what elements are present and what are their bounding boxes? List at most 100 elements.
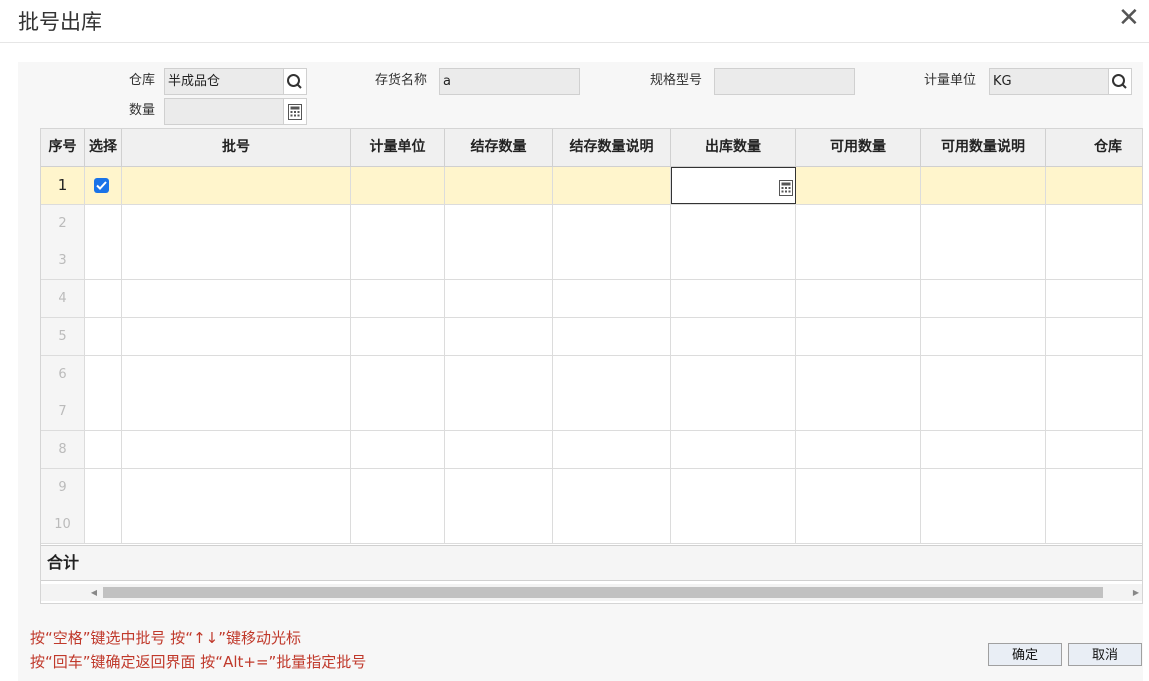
cell-avail-desc[interactable] <box>921 242 1046 280</box>
cell-out-qty[interactable] <box>671 317 796 355</box>
column-header-avail-desc[interactable]: 可用数量说明 <box>921 129 1046 166</box>
cell-warehouse[interactable] <box>1046 318 1142 355</box>
cell-stock-qty[interactable] <box>445 393 553 431</box>
column-header-stock-qty[interactable]: 结存数量 <box>445 129 553 166</box>
cell-unit[interactable] <box>351 468 445 506</box>
cell-stock-qty[interactable] <box>445 430 553 468</box>
cell-avail-qty[interactable] <box>796 204 921 242</box>
cell-batch[interactable] <box>122 355 351 393</box>
column-header-stock-desc[interactable]: 结存数量说明 <box>553 129 671 166</box>
quantity-calculator-button[interactable] <box>283 98 307 125</box>
cell-avail-desc[interactable] <box>921 355 1046 393</box>
table-row[interactable]: 4 <box>41 280 1142 319</box>
table-row[interactable]: 8 <box>41 430 1142 469</box>
cell-unit[interactable] <box>351 280 445 318</box>
cell-batch[interactable] <box>122 393 351 431</box>
scroll-left-icon[interactable]: ◀ <box>86 584 102 601</box>
cell-avail-desc[interactable] <box>921 430 1046 468</box>
cell-warehouse[interactable] <box>1046 431 1142 468</box>
cell-avail-desc[interactable] <box>921 317 1046 355</box>
cell-warehouse[interactable] <box>1046 205 1142 242</box>
cell-select[interactable] <box>85 204 122 242</box>
cell-batch[interactable] <box>122 506 351 544</box>
cell-unit[interactable] <box>351 430 445 468</box>
cell-unit[interactable] <box>351 242 445 280</box>
cell-select[interactable] <box>85 242 122 280</box>
cell-select[interactable] <box>85 355 122 393</box>
warehouse-search-button[interactable] <box>283 68 307 95</box>
cell-out-qty[interactable] <box>671 242 796 280</box>
cell-warehouse[interactable] <box>1046 167 1142 204</box>
out-qty-editor[interactable] <box>671 167 796 204</box>
cell-select[interactable] <box>85 393 122 431</box>
horizontal-scrollbar[interactable]: ◀ ▶ <box>41 584 1142 601</box>
cell-avail-desc[interactable] <box>921 204 1046 242</box>
cell-stock-qty[interactable] <box>445 280 553 318</box>
cell-select[interactable] <box>85 506 122 544</box>
column-header-warehouse[interactable]: 仓库 <box>1046 129 1142 166</box>
quantity-field[interactable] <box>164 98 284 125</box>
cell-out-qty[interactable] <box>671 355 796 393</box>
cell-avail-qty[interactable] <box>796 430 921 468</box>
cell-stock-desc[interactable] <box>553 242 671 280</box>
cancel-button[interactable]: 取消 <box>1068 643 1142 666</box>
ok-button[interactable]: 确定 <box>988 643 1062 666</box>
cell-avail-qty[interactable] <box>796 317 921 355</box>
cell-unit[interactable] <box>351 204 445 242</box>
cell-avail-qty[interactable] <box>796 468 921 506</box>
cell-batch[interactable] <box>122 167 351 204</box>
cell-avail-qty[interactable] <box>796 167 921 204</box>
cell-out-qty[interactable] <box>671 506 796 544</box>
cell-stock-desc[interactable] <box>553 393 671 431</box>
cell-avail-qty[interactable] <box>796 280 921 318</box>
scrollbar-thumb[interactable] <box>103 587 1103 598</box>
cell-avail-desc[interactable] <box>921 393 1046 431</box>
cell-warehouse[interactable] <box>1046 393 1142 430</box>
column-header-batch[interactable]: 批号 <box>122 129 351 166</box>
warehouse-field[interactable]: 半成品仓 <box>164 68 284 95</box>
table-row[interactable]: 10 <box>41 506 1142 545</box>
cell-select[interactable] <box>85 167 122 204</box>
cell-stock-desc[interactable] <box>553 430 671 468</box>
cell-out-qty[interactable] <box>671 430 796 468</box>
table-row[interactable]: 6 <box>41 355 1142 394</box>
item-name-field[interactable]: a <box>439 68 580 95</box>
cell-stock-qty[interactable] <box>445 506 553 544</box>
cell-stock-desc[interactable] <box>553 204 671 242</box>
table-row[interactable]: 9 <box>41 468 1142 507</box>
cell-out-qty[interactable] <box>671 280 796 318</box>
cell-unit[interactable] <box>351 355 445 393</box>
cell-unit[interactable] <box>351 506 445 544</box>
column-header-select[interactable]: 选择 <box>85 129 122 166</box>
table-row[interactable]: 7 <box>41 393 1142 432</box>
spec-field[interactable] <box>714 68 855 95</box>
cell-out-qty[interactable] <box>671 468 796 506</box>
cell-avail-desc[interactable] <box>921 468 1046 506</box>
cell-avail-qty[interactable] <box>796 242 921 280</box>
column-header-out-qty[interactable]: 出库数量 <box>671 129 796 166</box>
cell-batch[interactable] <box>122 204 351 242</box>
cell-warehouse[interactable] <box>1046 506 1142 543</box>
scroll-right-icon[interactable]: ▶ <box>1128 584 1142 601</box>
close-icon[interactable]: ✕ <box>1118 4 1140 32</box>
cell-select[interactable] <box>85 430 122 468</box>
cell-warehouse[interactable] <box>1046 280 1142 317</box>
cell-batch[interactable] <box>122 317 351 355</box>
cell-batch[interactable] <box>122 430 351 468</box>
table-row[interactable]: 1 <box>41 167 1142 205</box>
table-row[interactable]: 2 <box>41 204 1142 243</box>
table-row[interactable]: 5 <box>41 317 1142 356</box>
cell-stock-desc[interactable] <box>553 355 671 393</box>
cell-avail-desc[interactable] <box>921 167 1046 204</box>
cell-stock-qty[interactable] <box>445 204 553 242</box>
cell-select[interactable] <box>85 468 122 506</box>
cell-stock-desc[interactable] <box>553 468 671 506</box>
unit-search-button[interactable] <box>1108 68 1132 95</box>
cell-avail-desc[interactable] <box>921 280 1046 318</box>
cell-unit[interactable] <box>351 393 445 431</box>
cell-stock-qty[interactable] <box>445 317 553 355</box>
cell-out-qty[interactable] <box>671 204 796 242</box>
table-row[interactable]: 3 <box>41 242 1142 281</box>
cell-batch[interactable] <box>122 468 351 506</box>
cell-stock-qty[interactable] <box>445 242 553 280</box>
